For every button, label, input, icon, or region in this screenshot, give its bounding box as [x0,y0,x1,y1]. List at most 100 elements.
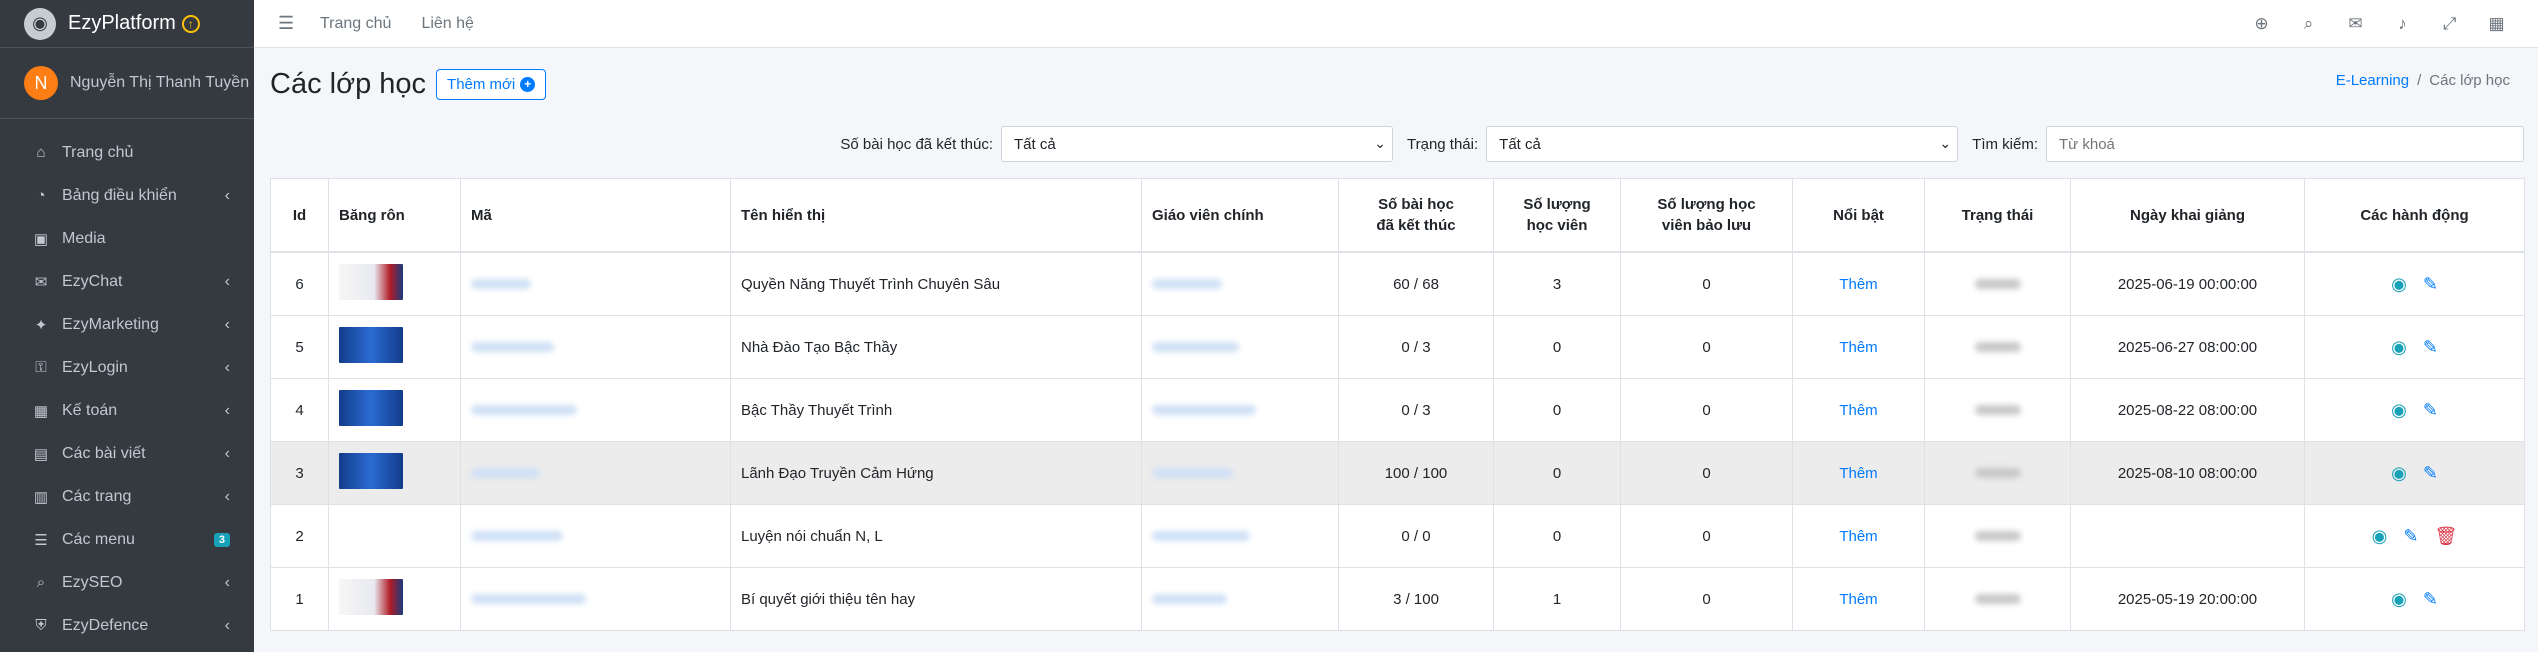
col-featured[interactable]: Nổi bật [1792,178,1925,253]
edit-icon[interactable]: ✎ [2423,337,2438,358]
col-start-date[interactable]: Ngày khai giảng [2070,178,2305,253]
cell-reserved: 0 [1620,315,1793,379]
col-code[interactable]: Mã [460,178,731,253]
banner-thumbnail[interactable] [339,327,403,363]
sidebar-item-11[interactable]: ⛨ EzyDefence ‹ [0,604,254,647]
sidebar-item-label: Các menu [62,530,135,548]
cell-id: 3 [270,441,329,505]
sidebar-item-0[interactable]: ⌂ Trang chủ [0,131,254,174]
messages-icon[interactable]: ✉ [2332,14,2379,34]
dashboard-icon: ◔ [36,187,46,204]
bell-icon[interactable]: ♪ [2379,14,2426,34]
col-actions: Các hành động [2304,178,2525,253]
status-filter-select[interactable]: Tất cả ⌄ [1486,126,1959,162]
lessons-filter-select[interactable]: Tất cả ⌄ [1001,126,1393,162]
col-lessons[interactable]: Số bài học đã kết thúc [1338,178,1494,253]
eye-icon[interactable]: ◉ [2391,400,2407,421]
sidebar-item-label: Các bài viết [62,444,146,462]
featured-add-link[interactable]: Thêm [1839,339,1877,356]
col-id[interactable]: Id [270,178,329,253]
eye-icon[interactable]: ◉ [2391,589,2407,610]
cell-status [1924,251,2071,316]
search-icon[interactable]: ⌕ [2285,14,2332,34]
user-panel[interactable]: N Nguyễn Thị Thanh Tuyền [0,48,254,119]
eye-icon[interactable]: ◉ [2391,463,2407,484]
blurred-status [1974,593,2021,604]
sidebar-item-7[interactable]: ▤ Các bài viết ‹ [0,432,254,475]
cell-lessons: 3 / 100 [1338,567,1494,631]
blurred-status [1974,530,2021,541]
col-students[interactable]: Số lượng học viên [1493,178,1621,253]
edit-icon[interactable]: ✎ [2403,526,2418,547]
sidebar-item-8[interactable]: ▥ Các trang ‹ [0,475,254,518]
sidebar-item-9[interactable]: ☰ Các menu 3 [0,518,254,561]
sidebar-item-5[interactable]: ⚿ EzyLogin ‹ [0,346,254,389]
search-input[interactable] [2046,126,2524,162]
cell-teacher [1141,378,1339,442]
cell-lessons: 60 / 68 [1338,251,1494,316]
sidebar-item-2[interactable]: ▣ Media [0,217,254,260]
blurred-teacher [1152,530,1250,541]
top-navbar: ☰ Trang chủ Liên hệ ⊕ ⌕ ✉ ♪ ⤢ ▦ [254,0,2538,48]
blurred-status [1974,278,2021,289]
upgrade-icon[interactable]: ↑ [181,14,200,33]
edit-icon[interactable]: ✎ [2423,463,2438,484]
cell-start-date: 2025-06-27 08:00:00 [2070,315,2305,379]
sidebar-item-label: Trang chủ [62,143,134,161]
table-row[interactable]: 4 Bậc Thầy Thuyết Trình 0 / 3 0 0 Thêm 2025-08… [270,378,2525,442]
add-new-label: Thêm mới [447,75,516,93]
breadcrumb-parent[interactable]: E-Learning [2336,72,2409,89]
cell-status [1924,441,2071,505]
apps-icon[interactable]: ▦ [2473,14,2520,34]
edit-icon[interactable]: ✎ [2423,589,2438,610]
table-row[interactable]: 3 Lãnh Đạo Truyền Cảm Hứng 100 / 100 0 0 Thêm… [270,441,2525,505]
page-title: Các lớp học [270,67,427,100]
table-row[interactable]: 5 Nhà Đào Tạo Bậc Thầy 0 / 3 0 0 Thêm 2025-06-… [270,315,2525,379]
eye-icon[interactable]: ◉ [2391,337,2407,358]
banner-thumbnail[interactable] [339,390,403,426]
brand[interactable]: ◉ EzyPlatform ↑ [0,0,254,48]
chevron-left-icon: ‹ [224,616,230,634]
col-name[interactable]: Tên hiển thị [730,178,1142,253]
sidebar-item-1[interactable]: ◔ Bảng điều khiển ‹ [0,174,254,217]
table-row[interactable]: 2 Luyện nói chuẩn N, L0 / 0 0 0 Thêm ◉ ✎ 🗑 [270,504,2525,568]
cell-code [460,315,731,379]
hamburger-menu-icon[interactable]: ☰ [278,13,296,34]
banner-thumbnail[interactable] [339,264,403,300]
status-filter-label: Trạng thái: [1407,135,1479,153]
edit-icon[interactable]: ✎ [2423,274,2438,295]
top-icons: ⊕ ⌕ ✉ ♪ ⤢ ▦ [2238,0,2520,47]
nav-link-home[interactable]: Trang chủ [320,15,391,33]
add-new-button[interactable]: Thêm mới + [436,68,547,100]
banner-thumbnail[interactable] [339,453,403,489]
col-reserved[interactable]: Số lượng học viên bảo lưu [1620,178,1793,253]
sidebar-item-4[interactable]: ✦ EzyMarketing ‹ [0,303,254,346]
sidebar-item-3[interactable]: ✉ EzyChat ‹ [0,260,254,303]
sidebar-item-6[interactable]: ▦ Kế toán ‹ [0,389,254,432]
col-teacher[interactable]: Giáo viên chính [1141,178,1339,253]
sidebar-item-10[interactable]: ⌕ EzySEO ‹ [0,561,254,604]
col-lessons-line1: Số bài học [1378,196,1454,213]
globe-icon[interactable]: ⊕ [2238,14,2285,34]
edit-icon[interactable]: ✎ [2423,400,2438,421]
eye-icon[interactable]: ◉ [2372,526,2388,547]
featured-add-link[interactable]: Thêm [1839,465,1877,482]
nav-link-contact[interactable]: Liên hệ [421,15,474,33]
cell-start-date: 2025-05-19 20:00:00 [2070,567,2305,631]
seo-search-icon: ⌕ [36,574,46,591]
eye-icon[interactable]: ◉ [2391,274,2407,295]
col-status[interactable]: Trạng thái [1924,178,2071,253]
trash-icon[interactable]: 🗑 [2434,526,2457,547]
shield-icon: ⛨ [35,617,47,634]
featured-add-link[interactable]: Thêm [1839,276,1877,293]
avatar: N [24,66,58,100]
banner-thumbnail[interactable] [339,579,403,615]
featured-add-link[interactable]: Thêm [1839,591,1877,608]
fullscreen-icon[interactable]: ⤢ [2426,14,2473,34]
col-banner[interactable]: Băng rôn [328,178,461,253]
table-row[interactable]: 1 Bí quyết giới thiệu tên hay 3 / 100 1 0 Thê… [270,567,2525,631]
featured-add-link[interactable]: Thêm [1839,402,1877,419]
featured-add-link[interactable]: Thêm [1839,528,1877,545]
table-row[interactable]: 6 Quyền Năng Thuyết Trình Chuyên Sâu 60 / … [270,251,2525,316]
blurred-teacher [1152,341,1239,352]
